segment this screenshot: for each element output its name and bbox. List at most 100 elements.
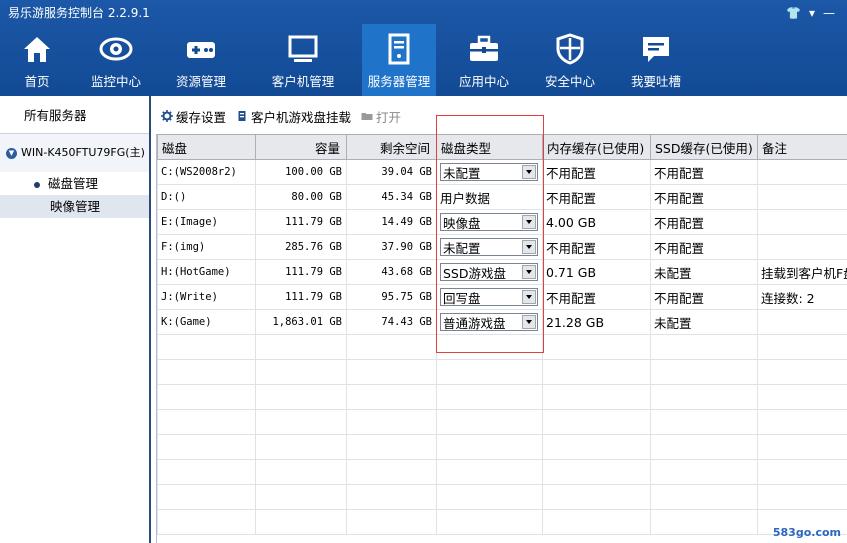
empty-cell — [757, 484, 847, 510]
empty-cell — [650, 434, 758, 460]
cell-free-space: 43.68 GB — [346, 259, 437, 285]
mount-game-disk-button[interactable]: 客户机游戏盘挂载 — [236, 107, 351, 126]
disk-type-select[interactable]: 映像盘 — [440, 213, 538, 231]
app-title: 易乐游服务控制台 2.2.9.1 — [8, 6, 150, 20]
table-row[interactable]: K:(Game) 1,863.01 GB 74.43 GB 普通游戏盘 21.28 GB… — [157, 309, 847, 335]
cell-free-space: 45.34 GB — [346, 184, 437, 210]
cell-memory-cache: 不用配置 — [542, 184, 651, 210]
dropdown-arrow-icon[interactable] — [522, 240, 536, 254]
nav-monitor-center[interactable]: 监控中心 — [74, 24, 158, 96]
empty-cell — [757, 359, 847, 385]
cell-free-space: 37.90 GB — [346, 234, 437, 260]
dropdown-arrow-icon[interactable] — [522, 215, 536, 229]
nav-app-center[interactable]: 应用中心 — [436, 24, 532, 96]
col-memory-cache[interactable]: 内存缓存(已使用) — [542, 134, 651, 160]
dropdown-arrow-icon[interactable] — [522, 315, 536, 329]
cache-settings-label: 缓存设置 — [176, 109, 227, 125]
empty-row — [157, 359, 847, 385]
cache-settings-button[interactable]: 缓存设置 — [161, 107, 226, 126]
disk-type-select[interactable]: 普通游戏盘 — [440, 313, 538, 331]
nav-home[interactable]: 首页 — [0, 24, 74, 96]
disk-type-select[interactable]: 回写盘 — [440, 288, 538, 306]
top-bar: 易乐游服务控制台 2.2.9.1 👕 ▾ — 首页 监控中心 资源管理 客户机管… — [0, 0, 847, 96]
cell-disk: F:(img) — [157, 234, 256, 260]
cell-free-space: 39.04 GB — [346, 159, 437, 185]
empty-cell — [542, 509, 651, 535]
empty-cell — [255, 459, 347, 485]
nav-feedback[interactable]: 我要吐槽 — [608, 24, 704, 96]
col-capacity[interactable]: 容量 — [255, 134, 347, 160]
empty-cell — [542, 384, 651, 410]
empty-cell — [757, 384, 847, 410]
empty-cell — [157, 434, 256, 460]
disk-type-value: 映像盘 — [443, 215, 481, 231]
nav-server-management[interactable]: 服务器管理 — [362, 24, 436, 96]
cell-disk-type: 回写盘 — [436, 284, 543, 310]
col-ssd-cache[interactable]: SSD缓存(已使用) — [650, 134, 758, 160]
nav-client-management[interactable]: 客户机管理 — [244, 24, 362, 96]
cell-ssd-cache: 不用配置 — [650, 159, 758, 185]
empty-row — [157, 484, 847, 510]
collapse-icon[interactable]: ▼ — [6, 147, 17, 159]
dropdown-arrow-icon[interactable] — [522, 265, 536, 279]
cell-disk: C:(WS2008r2) — [157, 159, 256, 185]
empty-row — [157, 459, 847, 485]
minimize-icon[interactable]: — — [823, 6, 835, 20]
all-servers[interactable]: 所有服务器 — [0, 96, 149, 134]
disk-type-select[interactable]: 未配置 — [440, 238, 538, 256]
window-controls: 👕 ▾ — — [786, 6, 835, 20]
empty-row — [157, 334, 847, 360]
cell-note — [757, 159, 847, 185]
empty-cell — [650, 334, 758, 360]
sidebar-item-disk-management[interactable]: 磁盘管理 — [0, 172, 149, 195]
table-row[interactable]: D:() 80.00 GB 45.34 GB 用户数据 不用配置 不用配置 — [157, 184, 847, 210]
disk-table: 磁盘 容量 剩余空间 磁盘类型 内存缓存(已使用) SSD缓存(已使用) 备注 … — [156, 134, 847, 543]
col-disk[interactable]: 磁盘 — [157, 134, 256, 160]
dropdown-arrow-icon[interactable] — [522, 290, 536, 304]
empty-cell — [542, 484, 651, 510]
table-row[interactable]: J:(Write) 111.79 GB 95.75 GB 回写盘 不用配置 不用配置 连接数… — [157, 284, 847, 310]
server-node[interactable]: ▼ WIN-K450FTU79FG(主) — [0, 134, 149, 172]
cell-capacity: 111.79 GB — [255, 259, 347, 285]
table-row[interactable]: C:(WS2008r2) 100.00 GB 39.04 GB 未配置 不用配置 不用配置 — [157, 159, 847, 185]
empty-cell — [436, 509, 543, 535]
col-disk-type[interactable]: 磁盘类型 — [436, 134, 543, 160]
col-free-space[interactable]: 剩余空间 — [346, 134, 437, 160]
cell-free-space: 95.75 GB — [346, 284, 437, 310]
empty-row — [157, 384, 847, 410]
nav-security-center[interactable]: 安全中心 — [532, 24, 608, 96]
empty-cell — [650, 509, 758, 535]
sidebar-item-image-management[interactable]: 映像管理 — [0, 195, 149, 218]
cell-disk-type: 未配置 — [436, 234, 543, 260]
cell-disk-type: 映像盘 — [436, 209, 543, 235]
nav-resource-management[interactable]: 资源管理 — [158, 24, 244, 96]
disk-type-select[interactable]: 未配置 — [440, 163, 538, 181]
menu-dropdown-icon[interactable]: ▾ — [809, 6, 815, 20]
empty-cell — [650, 459, 758, 485]
empty-cell — [542, 359, 651, 385]
cell-ssd-cache: 不用配置 — [650, 184, 758, 210]
empty-cell — [157, 409, 256, 435]
disk-type-value: 用户数据 — [440, 190, 491, 206]
dropdown-arrow-icon[interactable] — [522, 165, 536, 179]
cell-capacity: 111.79 GB — [255, 209, 347, 235]
cell-note — [757, 209, 847, 235]
cell-disk-type: SSD游戏盘 — [436, 259, 543, 285]
empty-cell — [157, 334, 256, 360]
cell-note — [757, 234, 847, 260]
table-row[interactable]: E:(Image) 111.79 GB 14.49 GB 映像盘 4.00 GB 不用配置 — [157, 209, 847, 235]
cell-free-space: 14.49 GB — [346, 209, 437, 235]
disk-management-label: 磁盘管理 — [48, 176, 99, 191]
table-row[interactable]: F:(img) 285.76 GB 37.90 GB 未配置 不用配置 不用配置 — [157, 234, 847, 260]
nav-security-label: 安全中心 — [544, 74, 595, 89]
open-button[interactable]: 打开 — [361, 107, 401, 126]
disk-type-select[interactable]: SSD游戏盘 — [440, 263, 538, 281]
empty-cell — [436, 434, 543, 460]
table-row[interactable]: H:(HotGame) 111.79 GB 43.68 GB SSD游戏盘 0.71 G… — [157, 259, 847, 285]
empty-cell — [157, 384, 256, 410]
server-tree-panel: 所有服务器 ▼ WIN-K450FTU79FG(主) 磁盘管理 映像管理 — [0, 96, 151, 543]
col-note[interactable]: 备注 — [757, 134, 847, 160]
cell-ssd-cache: 未配置 — [650, 259, 758, 285]
cell-memory-cache: 不用配置 — [542, 234, 651, 260]
skin-icon[interactable]: 👕 — [786, 6, 801, 20]
